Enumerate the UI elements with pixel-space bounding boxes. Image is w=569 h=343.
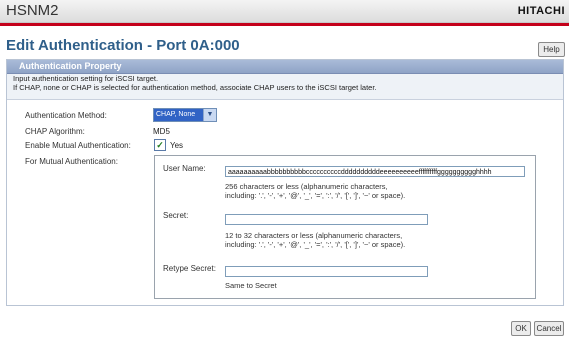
mutual-authentication-box: User Name: aaaaaaaaaabbbbbbbbbbccccccccc… <box>154 155 536 299</box>
for-mutual-label: For Mutual Authentication: <box>25 157 118 166</box>
auth-method-label: Authentication Method: <box>25 111 107 120</box>
help-button[interactable]: Help <box>538 42 565 57</box>
ok-button[interactable]: OK <box>511 321 531 336</box>
cancel-button[interactable]: Cancel <box>534 321 564 336</box>
user-name-label: User Name: <box>163 164 206 173</box>
section-header: Authentication Property <box>7 60 563 74</box>
auth-method-value: CHAP, None <box>154 109 203 121</box>
section-description: Input authentication setting for iSCSI t… <box>7 74 563 100</box>
retype-secret-input[interactable] <box>225 266 428 277</box>
secret-hint-1: 12 to 32 characters or less (alphanumeri… <box>225 231 403 240</box>
checkmark-icon: ✓ <box>156 140 164 150</box>
secret-input[interactable] <box>225 214 428 225</box>
title-bar: HSNM2 HITACHI <box>0 0 569 23</box>
enable-mutual-label: Enable Mutual Authentication: <box>25 141 131 150</box>
authentication-property-panel: Authentication Property Input authentica… <box>6 59 564 306</box>
enable-mutual-checkbox[interactable]: ✓ <box>154 139 166 151</box>
user-name-hint-1: 256 characters or less (alphanumeric cha… <box>225 182 388 191</box>
enable-mutual-option: Yes <box>170 141 184 150</box>
retype-secret-label: Retype Secret: <box>163 264 216 273</box>
auth-method-select[interactable]: CHAP, None ▼ <box>153 108 217 122</box>
brand-logo: HITACHI <box>517 5 565 17</box>
description-line-1: Input authentication setting for iSCSI t… <box>13 74 159 83</box>
user-name-hint-2: including: '.', '-', '+', '@', '_', '=',… <box>225 191 406 200</box>
chevron-down-icon[interactable]: ▼ <box>203 109 216 121</box>
chap-algorithm-value: MD5 <box>153 127 170 136</box>
description-line-2: If CHAP, none or CHAP is selected for au… <box>13 83 377 92</box>
page-title: Edit Authentication - Port 0A:000 <box>6 37 240 54</box>
secret-label: Secret: <box>163 211 189 220</box>
retype-secret-hint: Same to Secret <box>225 281 277 290</box>
brand-divider <box>0 23 569 26</box>
secret-hint-2: including: '.', '-', '+', '@', '_', '=',… <box>225 240 406 249</box>
app-name: HSNM2 <box>6 2 59 19</box>
chap-algorithm-label: CHAP Algorithm: <box>25 127 85 136</box>
user-name-input[interactable]: aaaaaaaaaabbbbbbbbbbccccccccccdddddddddd… <box>225 166 525 177</box>
